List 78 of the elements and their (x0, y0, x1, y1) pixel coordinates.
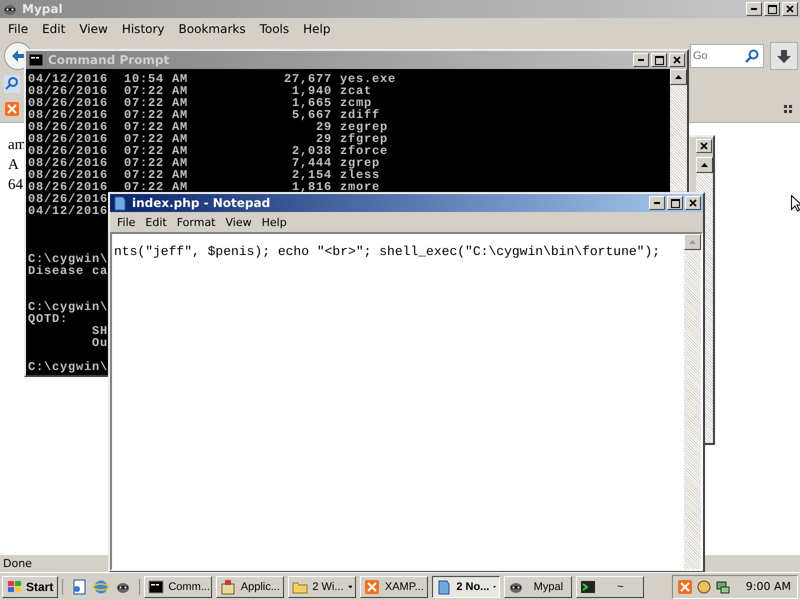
notepad-icon (436, 578, 452, 594)
menu-item[interactable]: Help (297, 20, 336, 38)
xampp-icon (676, 578, 693, 594)
back-arrow-icon (11, 49, 25, 63)
taskbar-button[interactable]: Applic... (216, 576, 284, 598)
search-field[interactable]: Go (690, 44, 764, 68)
minimize-icon (638, 59, 644, 61)
taskbar-button[interactable]: ~ (576, 576, 644, 598)
minimize-button[interactable] (649, 196, 665, 210)
search-icon[interactable] (4, 74, 20, 92)
scrollbar[interactable] (684, 234, 701, 569)
close-button[interactable] (669, 53, 685, 67)
taskbar-button[interactable]: XAMP... (360, 576, 428, 598)
taskbar-button[interactable]: 2 No... (432, 576, 500, 598)
close-button[interactable] (782, 2, 798, 16)
taskbar-button[interactable]: 2 Wi... (288, 576, 356, 598)
menu-item[interactable]: Help (256, 214, 292, 230)
menu-item[interactable]: File (2, 20, 34, 38)
close-icon (673, 56, 681, 64)
windows-logo-icon (7, 580, 23, 594)
page-icon (71, 578, 88, 594)
up-arrow-icon (689, 240, 696, 244)
close-button[interactable] (685, 196, 701, 210)
terminal-icon (580, 578, 596, 594)
clock: 9:00 AM (746, 580, 791, 593)
menu-item[interactable]: View (220, 214, 257, 230)
minimize-icon (654, 202, 660, 204)
menu-item[interactable]: Edit (36, 20, 72, 38)
close-icon (786, 5, 794, 13)
window-title: index.php - Notepad (132, 196, 272, 210)
scrollbar-track[interactable] (705, 194, 714, 443)
taskbar-button[interactable]: Mypal (504, 576, 572, 598)
scrollbar[interactable] (670, 69, 687, 191)
menu-item[interactable]: History (116, 20, 171, 38)
menu-item[interactable]: Tools (254, 20, 296, 38)
close-icon (689, 199, 697, 207)
maximize-icon (768, 4, 776, 14)
grip-icon (784, 104, 792, 112)
notepad-icon (112, 195, 128, 211)
maximize-icon (670, 198, 680, 208)
up-arrow-icon (701, 163, 708, 167)
maximize-button[interactable] (667, 196, 683, 210)
menu-item[interactable]: File (112, 214, 140, 230)
globe-icon (93, 578, 110, 594)
download-icon (777, 50, 791, 62)
menu-item[interactable]: Edit (140, 214, 172, 230)
close-button[interactable] (696, 139, 712, 153)
console-icon (28, 52, 44, 68)
scrollbar[interactable] (696, 157, 713, 194)
close-icon (700, 142, 708, 150)
maximize-button[interactable] (764, 2, 780, 16)
xampp-icon (364, 578, 380, 594)
window-title: Mypal (22, 2, 64, 16)
start-button[interactable]: Start (2, 576, 58, 598)
network-icon (714, 578, 731, 594)
minimize-button[interactable] (633, 53, 649, 67)
window-title: Command Prompt (48, 53, 170, 67)
box-icon (220, 578, 236, 594)
download-button[interactable] (770, 42, 798, 70)
page-text: A (8, 156, 19, 175)
minimize-icon (751, 8, 757, 10)
xampp-icon (4, 100, 20, 116)
scroll-up-button[interactable] (696, 157, 713, 173)
status-text: Done (3, 557, 32, 570)
up-arrow-icon (675, 75, 682, 79)
menu-item[interactable]: View (73, 20, 114, 38)
tray-icon (696, 578, 712, 594)
scroll-up-button[interactable] (670, 69, 687, 85)
menu-item[interactable]: Format (172, 214, 220, 230)
minimize-button[interactable] (746, 2, 762, 16)
search-icon (745, 49, 759, 63)
menu-item[interactable]: Bookmarks (172, 20, 252, 38)
maximize-button[interactable] (651, 53, 667, 67)
taskbar-button[interactable]: Comm... (144, 576, 212, 598)
console-icon (148, 578, 164, 594)
scroll-up-button[interactable] (684, 234, 701, 250)
page-text: 64 (8, 176, 23, 195)
maximize-icon (654, 56, 664, 64)
